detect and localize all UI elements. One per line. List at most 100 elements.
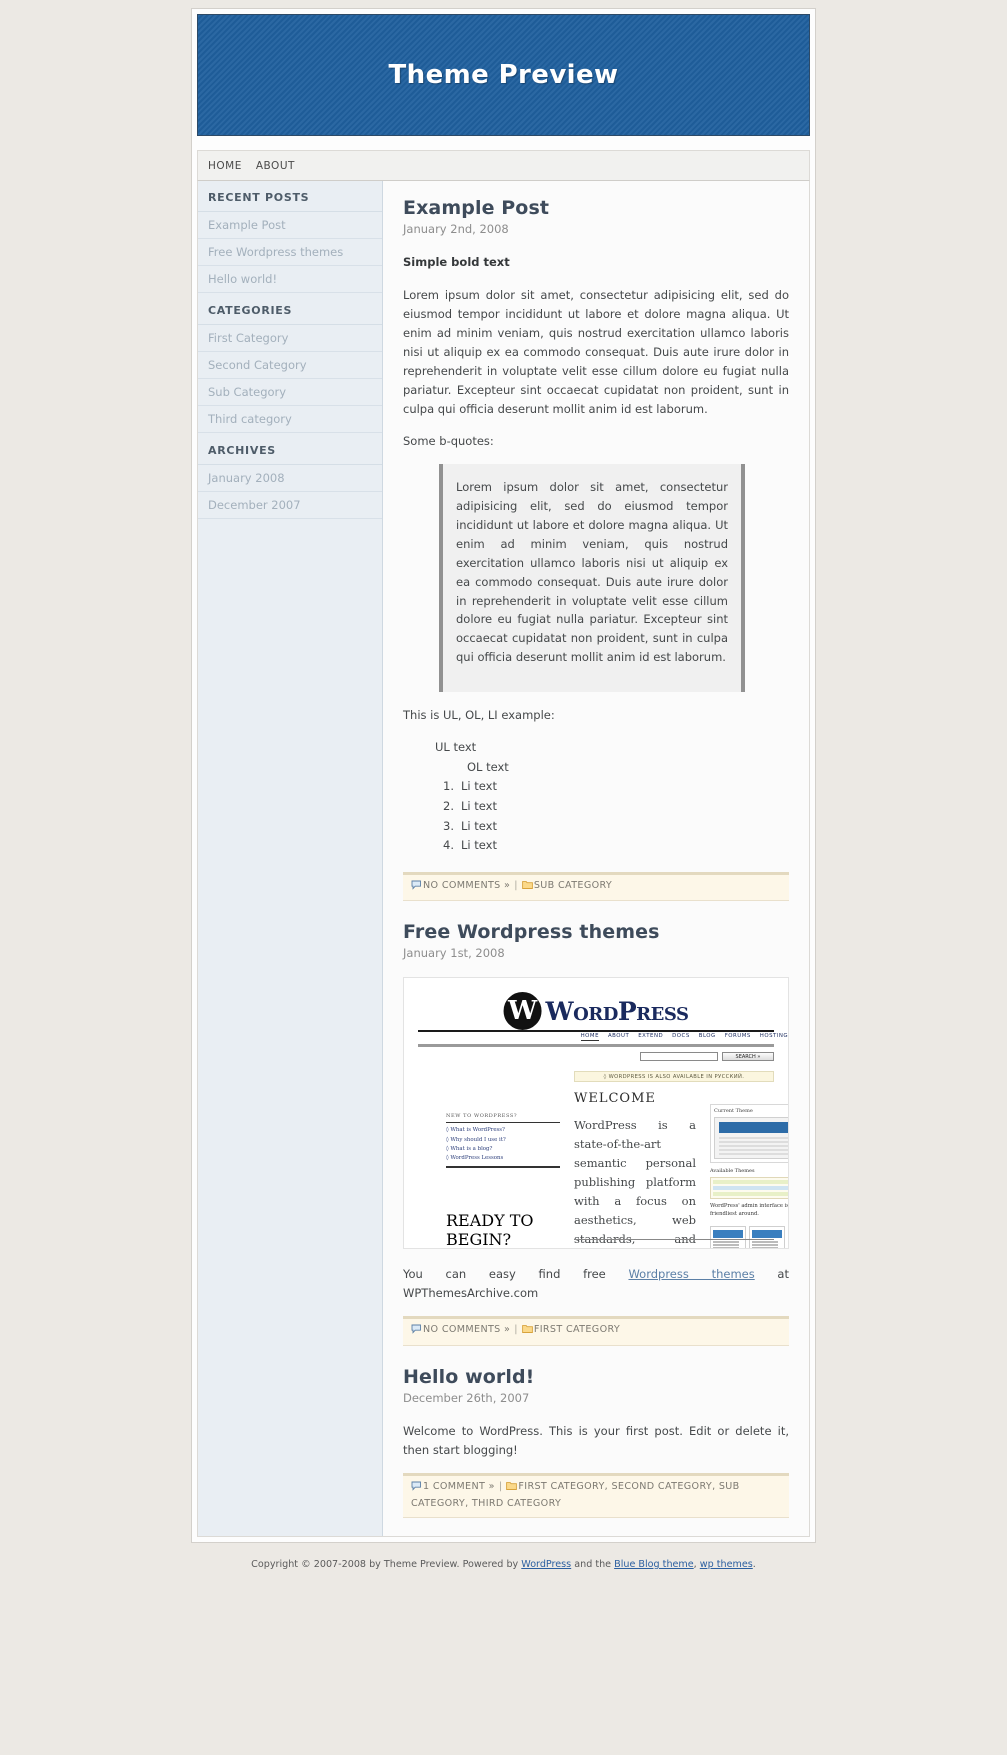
divider <box>446 1166 560 1169</box>
wp-theme-strip <box>710 1226 789 1249</box>
wordpress-wordmark: WordPress <box>545 996 689 1026</box>
wp-available-themes-label: Available Themes <box>710 1168 755 1175</box>
list-item: 1. Li text <box>403 777 789 797</box>
list-item-number: 1. <box>443 779 454 794</box>
sidebar-heading-categories: CATEGORIES <box>198 293 382 325</box>
footer-mid: and the <box>571 1558 615 1570</box>
post-example-post: Example Post January 2nd, 2008 Simple bo… <box>403 197 789 902</box>
sidebar-item-third-category[interactable]: Third category <box>198 406 382 433</box>
post-comments-link[interactable]: NO COMMENTS » <box>423 880 510 891</box>
sidebar-item-example-post[interactable]: Example Post <box>198 212 382 239</box>
site-footer: Copyright © 2007-2008 by Theme Preview. … <box>0 1543 1007 1584</box>
sidebar-item-first-category[interactable]: First Category <box>198 325 382 352</box>
post-comments-link[interactable]: NO COMMENTS » <box>423 1324 510 1335</box>
page-root: Theme Preview HOME ABOUT RECENT POSTS Ex… <box>0 0 1007 1584</box>
post-body: Welcome to WordPress. This is your first… <box>403 1424 789 1458</box>
wp-left-column-2: READY TO BEGIN? ◊ Find a web host ◊ Down… <box>446 1211 560 1250</box>
footer-link-theme[interactable]: Blue Blog theme <box>614 1559 694 1570</box>
folder-icon <box>506 1481 518 1497</box>
comment-bubble-icon <box>411 1324 422 1340</box>
post-meta: NO COMMENTS » | FIRST CATEGORY <box>403 1316 789 1347</box>
main-navigation: HOME ABOUT <box>197 150 810 181</box>
wp-theme-thumb <box>788 1226 789 1249</box>
comment-bubble-icon <box>411 1481 422 1497</box>
wp-current-theme-box: Current Theme <box>710 1104 788 1164</box>
post-meta: 1 COMMENT » | FIRST CATEGORY, SECOND CATE… <box>403 1473 789 1518</box>
sidebar-item-sub-category[interactable]: Sub Category <box>198 379 382 406</box>
footer-copyright: Copyright © 2007-2008 by Theme Preview. … <box>251 1558 522 1570</box>
wordpress-logo-icon: W <box>503 992 542 1031</box>
wp-middle-column: WordPress is a state-of-the-art semantic… <box>574 1116 696 1248</box>
footer-period: . <box>752 1558 756 1570</box>
post-date: January 2nd, 2008 <box>403 222 509 236</box>
list-item-label: Li text <box>461 779 497 794</box>
sidebar: RECENT POSTS Example Post Free Wordpress… <box>198 181 383 1536</box>
wp-nav-home: HOME <box>580 1033 599 1042</box>
post-bold-line: Simple bold text <box>403 254 510 269</box>
wp-left-link: ◊ What is a blog? <box>446 1145 493 1152</box>
list-item-number: 4. <box>443 838 454 853</box>
post-categories-link[interactable]: FIRST CATEGORY <box>534 1324 620 1335</box>
wp-theme-thumb <box>710 1226 746 1249</box>
post-comments-link[interactable]: 1 COMMENT » <box>423 1481 495 1492</box>
wordpress-themes-link[interactable]: Wordpress themes <box>628 1267 754 1281</box>
post-body: You can easy find free Wordpress themes … <box>403 1265 789 1303</box>
main-content: Example Post January 2nd, 2008 Simple bo… <box>383 181 809 1536</box>
sidebar-item-hello-world[interactable]: Hello world! <box>198 266 382 293</box>
content-columns: RECENT POSTS Example Post Free Wordpress… <box>197 181 810 1537</box>
sidebar-item-december-2007[interactable]: December 2007 <box>198 492 382 519</box>
comment-bubble-icon <box>411 880 422 896</box>
wp-left-link: ◊ WordPress Lessons <box>446 1155 504 1162</box>
site-header: Theme Preview <box>197 14 810 136</box>
wp-language-notice: ◊ WORDPRESS IS ALSO AVAILABLE IN РУССКИЙ… <box>574 1071 774 1083</box>
sidebar-heading-recent-posts: RECENT POSTS <box>198 181 382 212</box>
post-hello-world: Hello world! December 26th, 2007 Welcome… <box>403 1366 789 1518</box>
footer-link-wordpress[interactable]: WordPress <box>521 1559 571 1570</box>
sidebar-item-january-2008[interactable]: January 2008 <box>198 465 382 492</box>
wp-left2-heading: READY TO BEGIN? <box>446 1211 534 1250</box>
post-list-block: UL text OL text 1. Li text 2. Li text 3. Li… <box>403 738 789 855</box>
nav-item-home[interactable]: HOME <box>208 160 242 172</box>
wp-welcome-heading: WELCOME <box>574 1091 656 1107</box>
wordpress-screenshot-nav: HOME ABOUT EXTEND DOCS BLOG FORUMS HOSTI… <box>580 1033 789 1042</box>
folder-icon <box>521 1324 533 1340</box>
wp-right-column: Current Theme Available Themes WordPress… <box>710 1104 789 1249</box>
list-item: 2. Li text <box>403 797 789 817</box>
list-item-number: 2. <box>443 798 454 813</box>
meta-separator: | <box>498 1481 503 1493</box>
wp-nav-docs: DOCS <box>672 1033 690 1040</box>
wp-theme-thumb <box>749 1226 785 1249</box>
sidebar-item-second-category[interactable]: Second Category <box>198 352 382 379</box>
list-item-ol: OL text <box>467 759 509 774</box>
list-item-label: Li text <box>461 818 497 833</box>
wp-admin-caption: WordPress' admin interface is one of the… <box>710 1203 789 1218</box>
site-title: Theme Preview <box>388 60 619 90</box>
divider <box>418 1044 774 1048</box>
blockquote-text: Lorem ipsum dolor sit amet, consectetur … <box>456 479 728 665</box>
wp-current-theme-label: Current Theme <box>714 1108 753 1115</box>
divider <box>418 1030 774 1033</box>
nav-item-about[interactable]: ABOUT <box>256 160 295 172</box>
post-blockquote: Lorem ipsum dolor sit amet, consectetur … <box>439 463 745 693</box>
wp-search-button: SEARCH » <box>722 1052 774 1062</box>
wp-para-1: WordPress is a state-of-the-art semantic… <box>574 1118 696 1247</box>
post-quote-intro: Some b-quotes: <box>403 433 494 448</box>
post-categories-link[interactable]: SUB CATEGORY <box>534 880 612 891</box>
footer-link-wpthemes[interactable]: wp themes <box>700 1559 753 1570</box>
post-free-wordpress-themes: Free Wordpress themes January 1st, 2008 … <box>403 921 789 1347</box>
post-body: Lorem ipsum dolor sit amet, consectetur … <box>403 287 789 416</box>
wp-theme-thumbnail <box>714 1117 788 1160</box>
meta-separator: | <box>514 1324 518 1336</box>
wp-nav-hosting: HOSTING <box>759 1033 789 1040</box>
post-title[interactable]: Free Wordpress themes <box>403 921 789 943</box>
folder-icon <box>521 880 533 896</box>
list-item-number: 3. <box>443 818 454 833</box>
post-title[interactable]: Example Post <box>403 197 789 219</box>
post-title[interactable]: Hello world! <box>403 1366 789 1388</box>
sidebar-item-free-wordpress-themes[interactable]: Free Wordpress themes <box>198 239 382 266</box>
divider <box>574 1239 774 1241</box>
wp-search-input <box>640 1052 718 1062</box>
wp-nav-blog: BLOG <box>698 1033 716 1040</box>
post-date: December 26th, 2007 <box>403 1391 530 1406</box>
wp-nav-extend: EXTEND <box>638 1033 664 1040</box>
